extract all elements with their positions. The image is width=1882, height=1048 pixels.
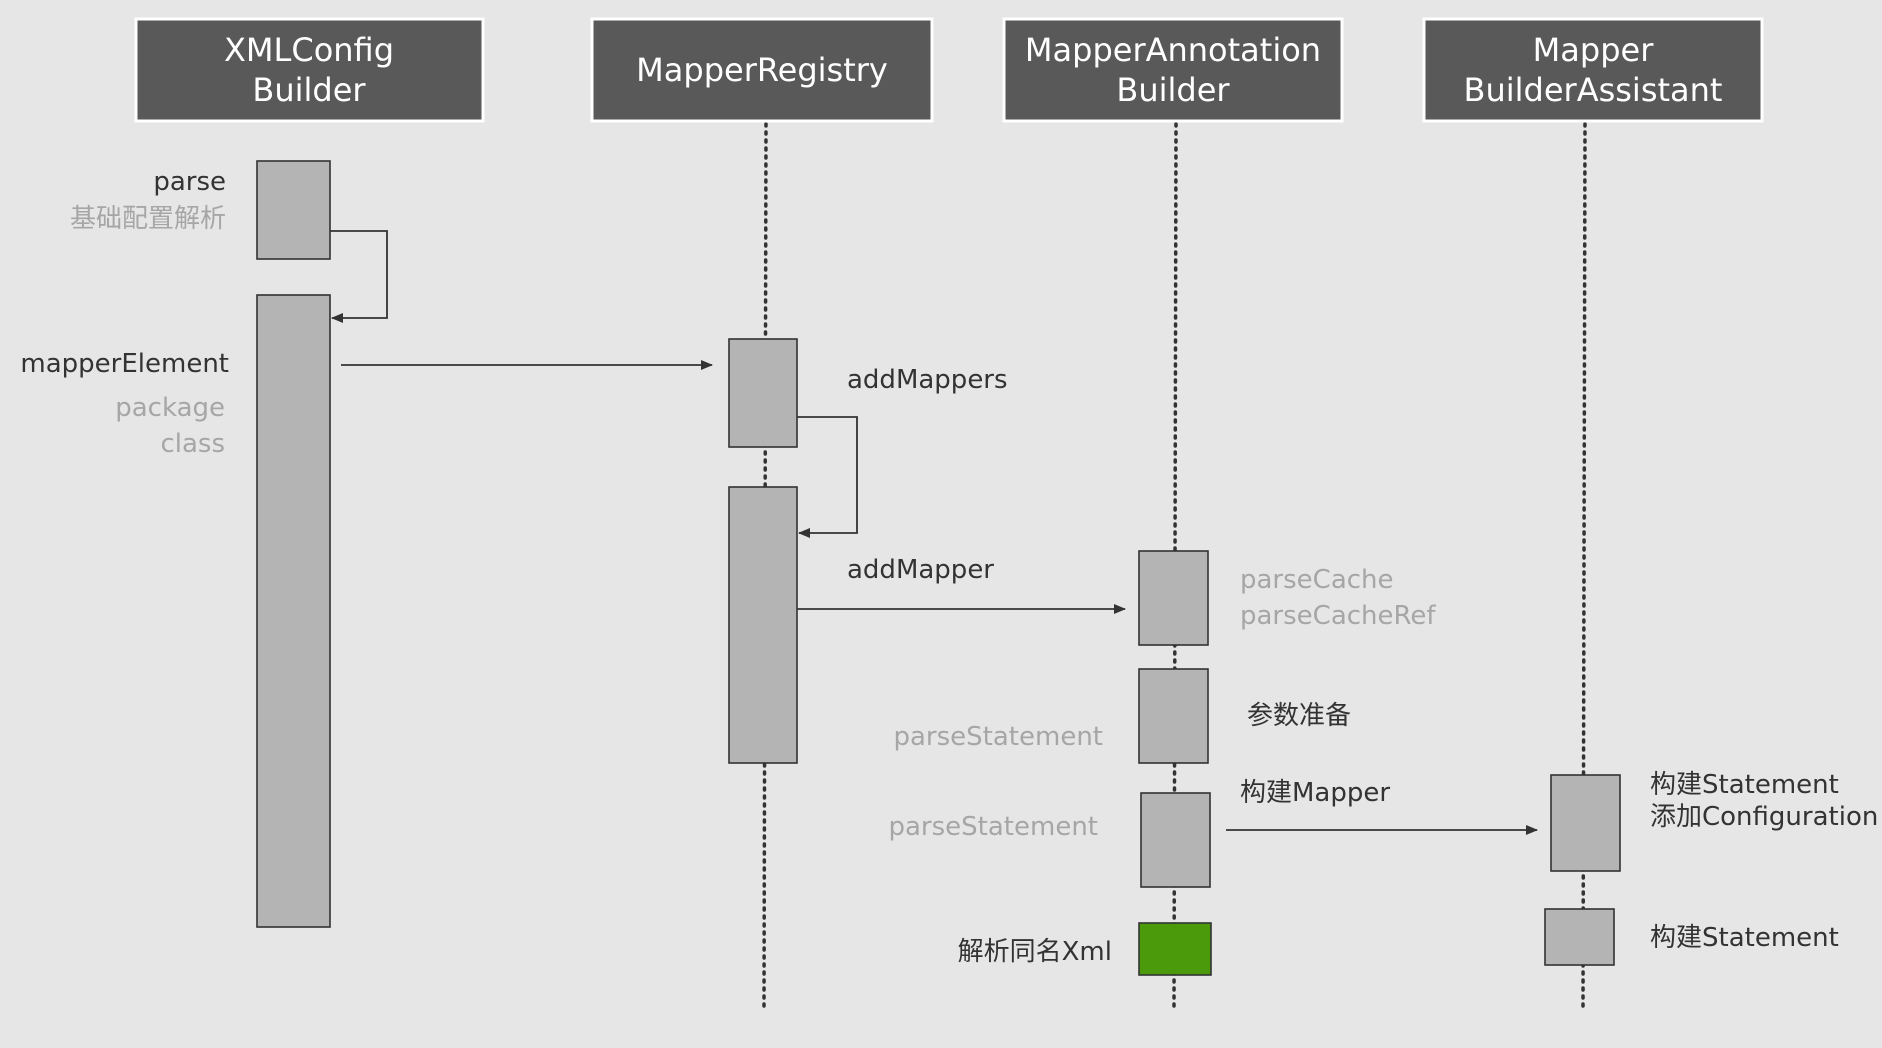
participant-title-line: MapperAnnotation — [1025, 31, 1321, 69]
activation-add-mappers — [728, 338, 798, 448]
activation-mapper-element — [256, 294, 331, 928]
label-add-configuration: 添加Configuration — [1650, 802, 1878, 832]
activation-parse — [256, 160, 331, 260]
label-parse-statement-1: parseStatement — [894, 722, 1104, 752]
participant-mapper-builder-assistant: Mapper BuilderAssistant — [1422, 17, 1764, 123]
label-parse-statement-2: parseStatement — [889, 812, 1099, 842]
participant-title-line: Builder — [252, 71, 366, 109]
activation-build-statement — [1544, 908, 1615, 966]
label-add-mapper: addMapper — [847, 555, 994, 585]
label-parse-cache: parseCache — [1240, 565, 1394, 595]
sequence-diagram: XMLConfig Builder MapperRegistry MapperA… — [20, 17, 1878, 1010]
label-parse: parse — [153, 167, 226, 197]
label-mapper-element-class: class — [160, 429, 225, 459]
lifeline-mapper-builder-assistant — [1581, 122, 1587, 1010]
activation-add-mapper — [728, 486, 798, 764]
label-build-statement-2: 构建Statement — [1650, 923, 1839, 953]
activation-build-mapper — [1140, 792, 1211, 888]
self-call-arrow-add-mappers — [797, 416, 858, 538]
activation-parse-same-xml — [1138, 922, 1212, 976]
participant-mapper-annotation-builder: MapperAnnotation Builder — [1002, 17, 1344, 123]
participant-title-line: Mapper — [1533, 31, 1655, 69]
label-add-mappers: addMappers — [847, 365, 1008, 395]
label-build-mapper: 构建Mapper — [1240, 778, 1390, 808]
activation-build-statement-add-configuration — [1550, 774, 1621, 872]
label-mapper-element: mapperElement — [20, 349, 229, 379]
activation-param-prepare — [1138, 668, 1209, 764]
label-parse-sub: 基础配置解析 — [70, 204, 226, 234]
participant-title-line: Builder — [1116, 71, 1230, 109]
label-parse-cache-ref: parseCacheRef — [1240, 601, 1436, 631]
participant-mapper-registry: MapperRegistry — [590, 17, 934, 123]
self-call-arrow-parse — [330, 230, 388, 323]
activation-parse-cache — [1138, 550, 1209, 646]
participant-title-line: XMLConfig — [224, 31, 394, 69]
label-mapper-element-package: package — [115, 393, 225, 423]
participant-xmlconfig-builder: XMLConfig Builder — [134, 17, 485, 123]
label-param-prepare: 参数准备 — [1247, 701, 1351, 731]
participant-title-line: BuilderAssistant — [1464, 71, 1723, 109]
label-build-statement-1: 构建Statement — [1650, 770, 1839, 800]
label-parse-same-xml: 解析同名Xml — [958, 937, 1112, 967]
participant-title-line: MapperRegistry — [636, 51, 888, 89]
